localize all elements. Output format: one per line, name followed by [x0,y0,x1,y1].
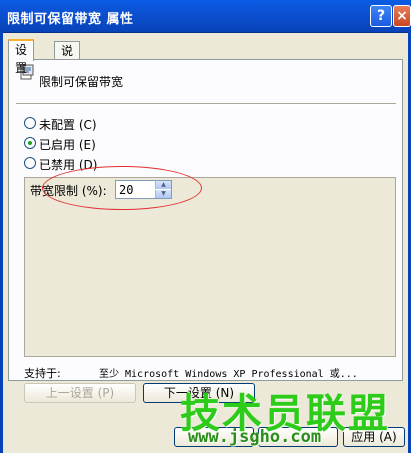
radio-enabled-dot[interactable] [24,137,36,149]
highlight-ellipse [42,166,202,210]
policy-name: 限制可保留带宽 [39,75,124,89]
separator [16,103,396,105]
watermark-url: www.jsgho.com [188,427,322,447]
tab-settings[interactable]: 设置 [8,39,35,75]
radio-not-configured[interactable]: 未配置 (C) [24,116,174,132]
radio-not-configured-dot[interactable] [24,117,36,129]
window-title: 限制可保留带宽 属性 [7,12,134,27]
supported-label: 支持于: [24,367,61,380]
radio-enabled[interactable]: 已启用 (E) [24,136,174,152]
title-bar: 限制可保留带宽 属性 ? × [0,0,411,33]
close-button[interactable]: × [393,5,411,27]
prev-setting-button[interactable]: 上一设置 (P) [24,383,136,403]
help-button[interactable]: ? [370,5,392,27]
tab-explain[interactable]: 说明 [54,41,81,76]
radio-enabled-label: 已启用 (E) [39,138,96,152]
radio-not-configured-label: 未配置 (C) [39,118,97,132]
radio-disabled-dot[interactable] [24,157,36,169]
supported-text: 至少 Microsoft Windows XP Professional 或..… [99,369,358,380]
